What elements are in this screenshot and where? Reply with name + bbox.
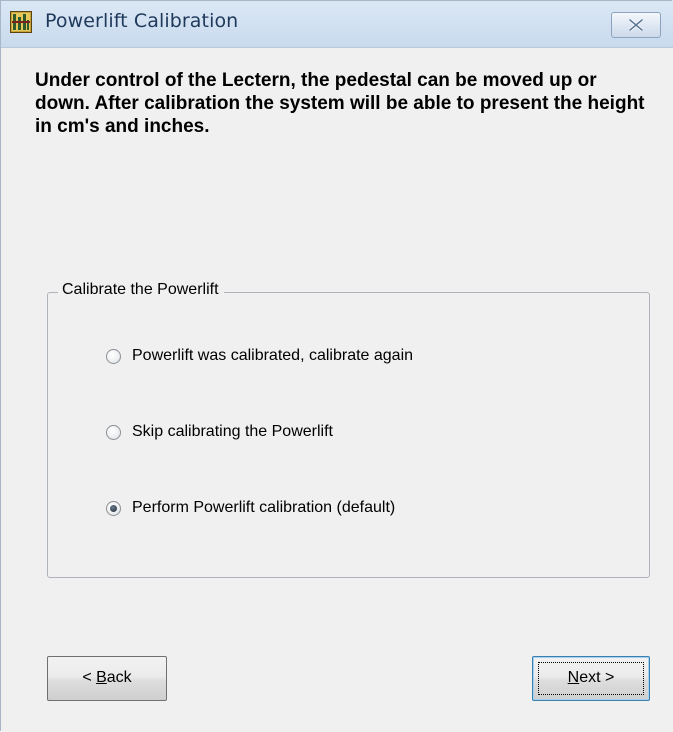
dialog-window: Powerlift Calibration Under control of t… (0, 0, 673, 732)
title-bar[interactable]: Powerlift Calibration (1, 1, 673, 48)
back-button[interactable]: < Back (47, 656, 167, 701)
radio-skip-calibration[interactable]: Skip calibrating the Powerlift (106, 421, 333, 443)
window-title: Powerlift Calibration (45, 10, 239, 32)
radio-calibrate-again[interactable]: Powerlift was calibrated, calibrate agai… (106, 345, 413, 367)
next-button[interactable]: Next > (532, 656, 650, 701)
radio-label[interactable]: Powerlift was calibrated, calibrate agai… (132, 347, 413, 365)
back-button-label: < Back (82, 669, 132, 686)
close-icon (629, 19, 643, 31)
radio-perform-calibration[interactable]: Perform Powerlift calibration (default) (106, 497, 395, 519)
radio-label[interactable]: Skip calibrating the Powerlift (132, 423, 333, 441)
radio-button[interactable] (106, 348, 121, 364)
close-button[interactable] (611, 12, 661, 38)
radio-button[interactable] (106, 424, 121, 440)
next-button-label: Next > (567, 669, 615, 686)
powerlift-app-icon (10, 11, 32, 33)
groupbox-label: Calibrate the Powerlift (58, 281, 224, 299)
radio-button-selected[interactable] (106, 500, 121, 516)
radio-label[interactable]: Perform Powerlift calibration (default) (132, 499, 395, 517)
intro-description: Under control of the Lectern, the pedest… (35, 70, 645, 137)
